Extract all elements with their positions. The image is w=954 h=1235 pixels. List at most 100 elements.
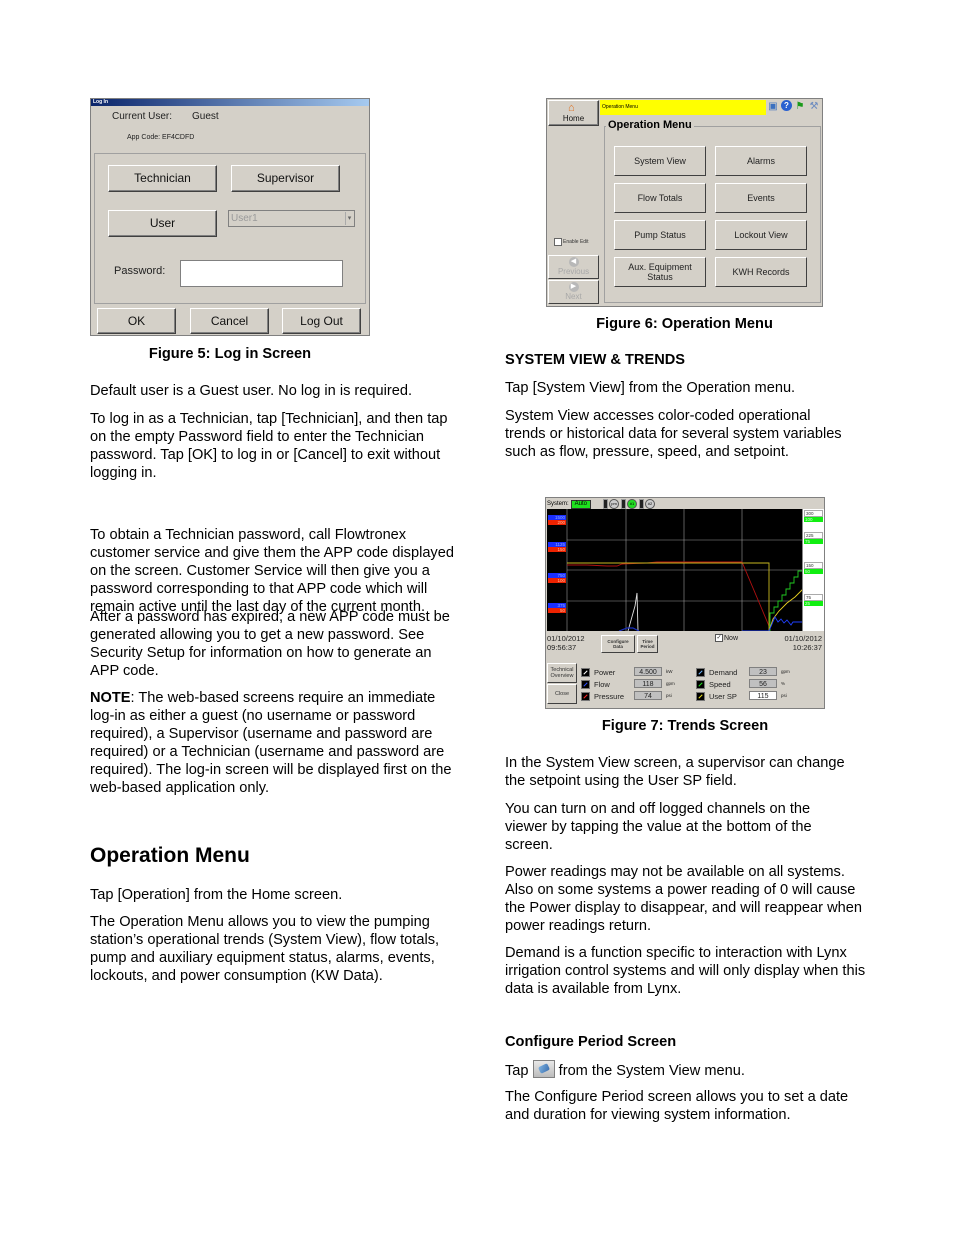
supervisor-button-label: Supervisor	[256, 171, 315, 185]
setpoint-trend-line	[567, 562, 770, 631]
figure-5-caption: Figure 5: Log in Screen	[148, 346, 312, 362]
tools-icon[interactable]: ⚒	[808, 100, 820, 113]
channel-unit: psi	[781, 693, 787, 698]
channel-user-sp[interactable]: User SP 115 psi	[696, 691, 787, 701]
pump-circle-icon: pm	[609, 499, 620, 509]
channel-toggle-icon[interactable]	[581, 680, 590, 689]
operation-menu-group-title: Operation Menu	[606, 119, 694, 131]
paragraph: Tap [Operation] from the Home screen.	[90, 887, 343, 903]
now-label: Now	[724, 634, 739, 642]
technical-overview-button[interactable]: Technical Overview	[547, 663, 577, 683]
pump-indicator: #1	[621, 499, 638, 509]
demand-scale-label: 300	[804, 510, 823, 517]
login-window: Log In Current User: Guest App Code: EF4…	[90, 98, 370, 336]
channel-toggle-icon[interactable]	[581, 692, 590, 701]
channel-unit: kW	[666, 669, 673, 674]
paragraph: The Operation Menu allows you to view th…	[90, 914, 440, 984]
channel-name: User SP	[709, 692, 737, 701]
pump-status-button[interactable]: Pump Status	[614, 220, 706, 250]
channel-power[interactable]: Power 4.500 kW	[581, 667, 673, 677]
pump-circle-icon: #1	[627, 499, 638, 509]
previous-button-label: Previous	[557, 267, 590, 276]
demand-scale-label: 150	[804, 562, 823, 569]
cancel-button-label: Cancel	[210, 314, 249, 328]
cancel-button[interactable]: Cancel	[190, 308, 269, 334]
right-axis-tag: 300 100	[804, 510, 823, 522]
pump-circle-icon: #2	[645, 499, 656, 509]
channel-value[interactable]: 23	[749, 667, 777, 676]
paragraph: Demand is a function specific to interac…	[505, 945, 866, 997]
log-out-button-label: Log Out	[300, 314, 343, 328]
channel-name: Demand	[709, 668, 738, 677]
channel-demand[interactable]: Demand 23 gpm	[696, 667, 790, 677]
trends-header: System: Auto pm #1 #2	[547, 499, 656, 509]
previous-button[interactable]: ◀ Previous	[548, 255, 599, 279]
channel-value[interactable]: 118	[634, 679, 662, 688]
channel-toggle-icon[interactable]	[696, 692, 705, 701]
lockout-view-button[interactable]: Lockout View	[715, 220, 807, 250]
password-field[interactable]	[180, 260, 343, 287]
grid-lines	[566, 509, 803, 631]
pressure-scale-label: 100	[548, 578, 566, 583]
user-sp-input[interactable]: 115	[749, 691, 777, 700]
system-view-heading: SYSTEM VIEW & TRENDS	[505, 352, 686, 368]
channel-toggle-icon[interactable]	[581, 668, 590, 677]
pressure-scale-label: 150	[548, 547, 566, 552]
kwh-records-button[interactable]: KWH Records	[715, 257, 807, 287]
checkbox-icon[interactable]	[554, 238, 562, 246]
figure-7-caption: Figure 7: Trends Screen	[601, 718, 769, 734]
channel-flow[interactable]: Flow 118 gpm	[581, 679, 675, 689]
enable-edit-checkbox[interactable]: Enable Edit	[554, 238, 589, 246]
channel-name: Pressure	[594, 692, 625, 701]
supervisor-button[interactable]: Supervisor	[231, 165, 340, 192]
user-button[interactable]: User	[108, 210, 217, 237]
aux-equipment-status-button[interactable]: Aux. Equipment Status	[614, 257, 706, 287]
now-checkbox[interactable]: ✓ Now	[715, 634, 738, 642]
left-axis-tag: 375 50	[548, 603, 566, 613]
user-select[interactable]: User1 ▾	[228, 210, 355, 227]
configure-data-button[interactable]: Configure Data	[601, 635, 635, 653]
flag-icon[interactable]: ⚑	[794, 100, 806, 113]
channel-value[interactable]: 4.500	[634, 667, 662, 676]
paragraph: Tap [System View] from the Operation men…	[505, 380, 796, 396]
start-datetime: 01/10/2012 09:56:37	[547, 634, 585, 652]
chevron-down-icon[interactable]: ▾	[345, 212, 353, 225]
channel-speed[interactable]: Speed 56 %	[696, 679, 785, 689]
demand-scale-label: 75	[804, 594, 823, 601]
paragraph: Power readings may not be available on a…	[505, 864, 862, 934]
home-button[interactable]: ⌂ Home	[548, 100, 599, 126]
channel-toggle-icon[interactable]	[696, 668, 705, 677]
right-axis-panel: 300 100 225 75 150 50 75 25	[802, 509, 824, 631]
channel-unit: gpm	[666, 681, 675, 686]
technician-button[interactable]: Technician	[108, 165, 217, 192]
help-icon[interactable]: ?	[781, 100, 792, 111]
channel-name: Flow	[594, 680, 610, 689]
next-button[interactable]: ▶ Next	[548, 280, 599, 304]
end-time: 10:26:37	[792, 643, 822, 652]
channel-pressure[interactable]: Pressure 74 psi	[581, 691, 672, 701]
current-user-value: Guest	[192, 111, 219, 122]
paragraph: System View accesses color-coded operati…	[505, 408, 842, 460]
paragraph: The Configure Period screen allows you t…	[505, 1089, 849, 1123]
trend-plot-area[interactable]: 1500 200 1125 150 750 100 375 50	[547, 509, 810, 632]
pressure-trend-line	[567, 561, 770, 627]
system-label: System:	[547, 501, 569, 507]
events-button[interactable]: Events	[715, 183, 807, 213]
title-bar-icons: ▣ ? ⚑ ⚒	[767, 100, 820, 113]
channel-toggle-icon[interactable]	[696, 680, 705, 689]
ok-button[interactable]: OK	[97, 308, 176, 334]
network-icon[interactable]: ▣	[767, 100, 779, 113]
log-out-button[interactable]: Log Out	[282, 308, 361, 334]
system-view-button[interactable]: System View	[614, 146, 706, 176]
alarms-button[interactable]: Alarms	[715, 146, 807, 176]
close-button[interactable]: Close	[547, 684, 577, 704]
channel-value[interactable]: 56	[749, 679, 777, 688]
configure-period-icon	[532, 1060, 555, 1078]
technician-button-label: Technician	[134, 171, 191, 185]
left-axis-tag: 1125 150	[548, 542, 566, 552]
checkbox-checked-icon[interactable]: ✓	[715, 634, 723, 642]
flow-totals-button[interactable]: Flow Totals	[614, 183, 706, 213]
time-period-button[interactable]: Time Period	[637, 635, 658, 653]
operation-menu-window: ⌂ Home Operation Menu ▣ ? ⚑ ⚒ Operation …	[546, 98, 823, 307]
channel-value[interactable]: 74	[634, 691, 662, 700]
